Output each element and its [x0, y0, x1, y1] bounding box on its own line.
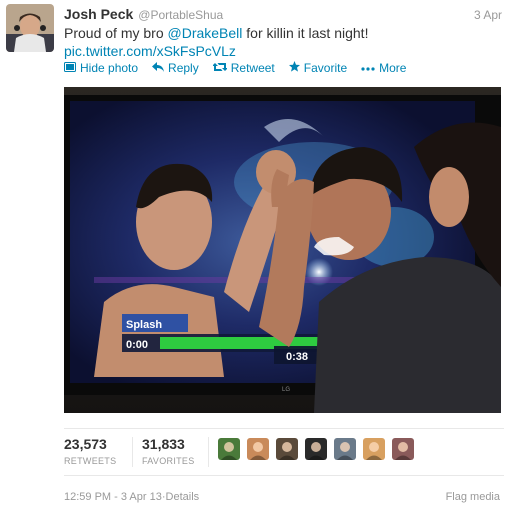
- reply-button[interactable]: Reply: [152, 61, 199, 75]
- tweet-photo[interactable]: Splash 0:00 0:38 LG: [64, 87, 501, 413]
- fullname[interactable]: Josh Peck: [64, 6, 133, 22]
- favoriter-avatar-1[interactable]: [218, 438, 240, 460]
- hide-photo-label: Hide photo: [80, 61, 139, 75]
- username[interactable]: @PortableShua: [138, 8, 223, 22]
- tweet-stats: 23,573 RETWEETS 31,833 FAVORITES: [64, 428, 504, 476]
- tweet-date[interactable]: 3 Apr: [474, 8, 502, 22]
- tweet-footer: 12:59 PM - 3 Apr 13 · Details Flag media: [64, 491, 500, 503]
- favoriter-avatar-3[interactable]: [276, 438, 298, 460]
- photo-icon: [64, 61, 76, 75]
- tweet-header: Josh Peck @PortableShua 3 Apr: [64, 6, 502, 24]
- retweet-icon: [211, 62, 228, 75]
- reply-icon: [152, 61, 165, 75]
- mention-link[interactable]: @DrakeBell: [168, 25, 243, 41]
- tweet-text: Proud of my bro @DrakeBell for killin it…: [64, 24, 494, 42]
- show-label: Splash: [126, 319, 162, 331]
- favorites-label: FAVORITES: [142, 456, 195, 466]
- avatar[interactable]: [6, 4, 54, 52]
- favoriter-avatar-4[interactable]: [305, 438, 327, 460]
- more-dots-icon: [361, 62, 375, 74]
- time-total: 0:38: [286, 351, 308, 363]
- stats-divider: [132, 437, 133, 467]
- more-button[interactable]: More: [361, 61, 406, 75]
- favorite-label: Favorite: [303, 61, 348, 75]
- favoriter-avatar-7[interactable]: [392, 438, 414, 460]
- favoriter-avatar-5[interactable]: [334, 438, 356, 460]
- tweet-text-after: for killin it last night!: [242, 25, 369, 41]
- favoriter-avatars: [218, 438, 421, 460]
- flag-media-link[interactable]: Flag media: [446, 491, 500, 503]
- star-icon: [288, 61, 300, 75]
- pic-link[interactable]: pic.twitter.com/xSkFsPcVLz: [64, 42, 236, 60]
- hide-photo-button[interactable]: Hide photo: [64, 61, 138, 75]
- favoriter-avatar-2[interactable]: [247, 438, 269, 460]
- reply-label: Reply: [168, 61, 199, 75]
- stats-divider: [208, 437, 209, 467]
- retweet-label: Retweet: [230, 61, 275, 75]
- favorites-stat[interactable]: 31,833 FAVORITES: [142, 435, 195, 467]
- more-label: More: [379, 61, 407, 75]
- retweets-count: 23,573: [64, 436, 107, 452]
- tweet-timestamp: 12:59 PM - 3 Apr 13: [64, 491, 162, 503]
- details-link[interactable]: Details: [166, 491, 200, 503]
- favorite-button[interactable]: Favorite: [288, 61, 348, 75]
- favoriter-avatar-6[interactable]: [363, 438, 385, 460]
- tv-brand: LG: [282, 387, 290, 393]
- tweet-text-before: Proud of my bro: [64, 25, 168, 41]
- retweets-label: RETWEETS: [64, 456, 117, 466]
- retweet-button[interactable]: Retweet: [211, 61, 275, 75]
- tweet-actions: Hide photo Reply Retweet Favorite More: [64, 60, 420, 76]
- retweets-stat[interactable]: 23,573 RETWEETS: [64, 435, 116, 467]
- time-elapsed: 0:00: [126, 339, 148, 351]
- favorites-count: 31,833: [142, 436, 185, 452]
- tweet: Josh Peck @PortableShua 3 Apr Proud of m…: [0, 0, 510, 517]
